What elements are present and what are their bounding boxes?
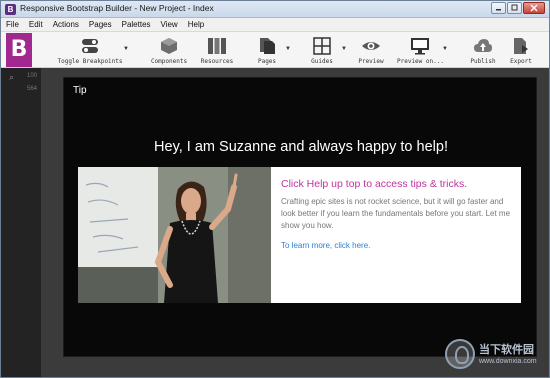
cloud-upload-icon: [474, 39, 492, 52]
watermark: 当下软件园 www.downxia.com: [445, 336, 547, 374]
presenter-photo: [78, 167, 271, 303]
main-toolbar: B Toggle Breakpoints ▼ Components Resour…: [1, 32, 549, 68]
maximize-button[interactable]: [507, 2, 522, 14]
close-button[interactable]: [523, 2, 545, 14]
monitor-icon: [411, 38, 429, 55]
preview-on-button[interactable]: Preview on...: [397, 37, 444, 65]
toggle-breakpoints-label: Toggle Breakpoints: [57, 58, 123, 65]
menu-file[interactable]: File: [1, 18, 24, 31]
title-bar: B Responsive Bootstrap Builder - New Pro…: [1, 1, 549, 18]
app-icon: B: [5, 4, 16, 15]
menu-pages[interactable]: Pages: [84, 18, 117, 31]
guides-button[interactable]: Guides: [307, 37, 337, 65]
components-button[interactable]: Components: [149, 37, 189, 65]
preview-button[interactable]: Preview: [356, 37, 386, 65]
cube-icon: [161, 38, 177, 54]
brand-logo: B: [6, 33, 32, 67]
tip-title: Click Help up top to access tips & trick…: [281, 178, 468, 190]
menu-edit[interactable]: Edit: [24, 18, 48, 31]
tip-card: Click Help up top to access tips & trick…: [78, 167, 521, 303]
toggle-breakpoints-button[interactable]: Toggle Breakpoints: [55, 37, 125, 65]
app-window: B Responsive Bootstrap Builder - New Pro…: [0, 0, 550, 378]
toggle-icon: [82, 39, 98, 53]
export-label: Export: [510, 58, 532, 65]
components-label: Components: [150, 58, 188, 65]
watermark-url: www.downxia.com: [479, 358, 537, 365]
watermark-text: 当下软件园: [479, 344, 534, 356]
export-icon: [514, 38, 528, 54]
books-icon: [208, 38, 226, 54]
left-side-panel: ⌕ 100 564: [1, 68, 41, 377]
watermark-logo-icon: [445, 339, 475, 369]
close-icon: [530, 4, 538, 12]
menu-view[interactable]: View: [156, 18, 183, 31]
preview-on-label: Preview on...: [397, 58, 444, 65]
publish-label: Publish: [470, 58, 496, 65]
export-button[interactable]: Export: [507, 37, 535, 65]
guides-label: Guides: [311, 58, 333, 65]
preview-on-dropdown[interactable]: ▼: [442, 46, 448, 52]
window-controls: [491, 2, 545, 14]
resources-label: Resources: [200, 58, 234, 65]
pages-icon: [260, 38, 275, 54]
publish-button[interactable]: Publish: [467, 37, 499, 65]
dialog-headline: Hey, I am Suzanne and always happy to he…: [154, 139, 448, 155]
grid-icon: [313, 37, 331, 55]
menu-palettes[interactable]: Palettes: [117, 18, 156, 31]
minimize-button[interactable]: [491, 2, 506, 14]
menu-actions[interactable]: Actions: [48, 18, 84, 31]
maximize-icon: [511, 4, 518, 11]
preview-label: Preview: [358, 58, 384, 65]
window-title: Responsive Bootstrap Builder - New Proje…: [20, 3, 214, 13]
pages-dropdown[interactable]: ▼: [285, 46, 291, 52]
dialog-title: Tip: [73, 85, 87, 96]
learn-more-link[interactable]: To learn more, click here.: [281, 241, 370, 250]
menu-bar: File Edit Actions Pages Palettes View He…: [1, 18, 549, 32]
pages-button[interactable]: Pages: [253, 37, 281, 65]
tip-dialog: Tip Hey, I am Suzanne and always happy t…: [63, 77, 537, 357]
toggle-breakpoints-dropdown[interactable]: ▼: [123, 46, 129, 52]
pages-label: Pages: [257, 58, 277, 65]
tip-body: Crafting epic sites is not rocket scienc…: [281, 197, 511, 230]
presenter-image: [78, 167, 271, 303]
menu-help[interactable]: Help: [183, 18, 209, 31]
guides-dropdown[interactable]: ▼: [341, 46, 347, 52]
eye-icon: [362, 42, 380, 50]
minimize-icon: [496, 9, 501, 11]
resources-button[interactable]: Resources: [199, 37, 235, 65]
